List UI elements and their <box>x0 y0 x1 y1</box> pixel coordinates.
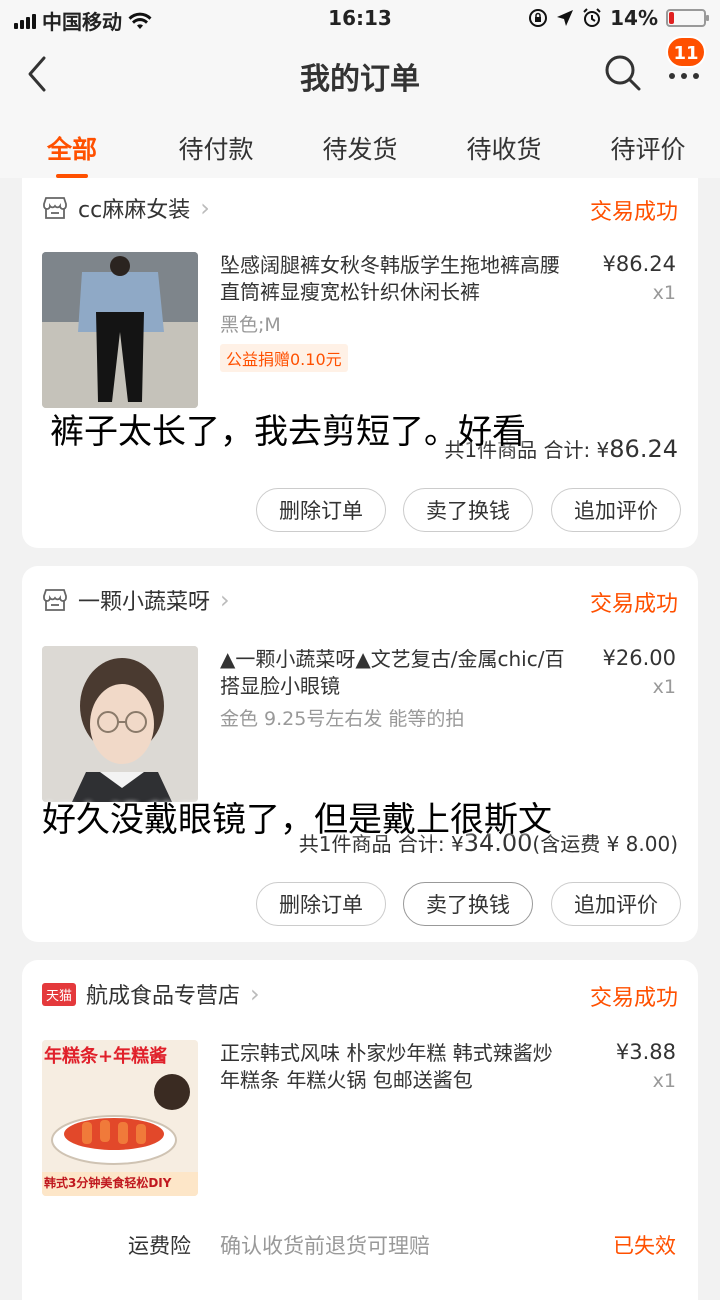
search-icon[interactable] <box>604 54 642 92</box>
product-title[interactable]: 正宗韩式风味 朴家炒年糕 韩式辣酱炒年糕条 年糕火锅 包邮送酱包 <box>220 1040 570 1094</box>
shop-link[interactable]: 一颗小蔬菜呀 › <box>42 582 230 618</box>
alarm-icon <box>583 8 601 27</box>
notification-badge: 11 <box>666 36 706 68</box>
chevron-right-icon: › <box>250 980 260 1008</box>
product-title[interactable]: ▲一颗小蔬菜呀▲文艺复古/金属chic/百搭显脸小眼镜 <box>220 646 570 700</box>
total-suffix: (含运费 ¥ 8.00) <box>532 832 678 856</box>
thumb-subtitle: 韩式3分钟美食轻松DIY <box>44 1176 172 1190</box>
battery-icon <box>666 9 709 27</box>
order-status: 交易成功 <box>589 592 678 617</box>
delete-order-button[interactable]: 删除订单 <box>256 882 386 926</box>
order-status: 交易成功 <box>589 200 678 225</box>
order-card[interactable]: 一颗小蔬菜呀 › 交易成功 ▲一颗小蔬菜呀▲文艺复古/金属chic/百搭显脸小眼… <box>22 566 698 942</box>
location-icon <box>557 10 574 26</box>
tmall-badge: 天猫 <box>42 982 77 1006</box>
product-attributes: 金色 9.25号左右发 能等的拍 <box>220 708 465 730</box>
product-image[interactable] <box>42 252 198 408</box>
store-icon <box>43 589 67 611</box>
product-title[interactable]: 坠感阔腿裤女秋冬韩版学生拖地裤高腰直筒裤显瘦宽松针织休闲长裤 <box>220 252 570 306</box>
status-bar: 中国移动 16:13 14% <box>0 0 720 36</box>
chevron-right-icon: › <box>200 194 210 222</box>
product-attributes: 黑色;M <box>220 314 281 336</box>
add-review-button[interactable]: 追加评价 <box>551 488 681 532</box>
product-price: ¥3.88 <box>615 1040 676 1064</box>
order-tabs: 全部 待付款 待发货 待收货 待评价 <box>0 112 720 178</box>
tab-pending-receipt[interactable]: 待收货 <box>444 130 564 166</box>
product-price: ¥26.00 <box>602 646 676 670</box>
tab-pending-payment[interactable]: 待付款 <box>156 130 276 166</box>
product-image[interactable] <box>42 646 198 802</box>
thumb-title: 年糕条+年糕酱 <box>44 1046 168 1067</box>
shop-link[interactable]: 天猫 航成食品专营店 › <box>42 976 260 1012</box>
nav-bar: 我的订单 11 <box>0 36 720 112</box>
shipping-insurance-desc: 确认收货前退货可理赔 <box>220 1234 430 1258</box>
tab-pending-review[interactable]: 待评价 <box>588 130 708 166</box>
product-quantity: x1 <box>652 676 676 698</box>
shipping-insurance-row[interactable]: 运费险 确认收货前退货可理赔 已失效 <box>22 1224 698 1264</box>
shop-name: 一颗小蔬菜呀 <box>78 590 211 615</box>
product-quantity: x1 <box>652 282 676 304</box>
chevron-right-icon: › <box>220 586 230 614</box>
charity-tag: 公益捐赠0.10元 <box>220 344 348 372</box>
order-card[interactable]: cc麻麻女装 › 交易成功 坠感阔腿裤女秋冬韩版学生拖地裤高腰直筒裤显瘦宽松针织… <box>22 178 698 548</box>
resell-button[interactable]: 卖了换钱 <box>403 488 533 532</box>
delete-order-button[interactable]: 删除订单 <box>256 488 386 532</box>
product-image[interactable]: 年糕条+年糕酱 韩式3分钟美食轻松DIY <box>42 1040 198 1196</box>
store-icon <box>43 197 67 219</box>
total-amount: 86.24 <box>609 435 678 463</box>
order-status: 交易成功 <box>589 986 678 1011</box>
tab-pending-shipment[interactable]: 待发货 <box>300 130 420 166</box>
battery-percent: 14% <box>610 6 658 30</box>
overlay-caption: 裤子太长了，我去剪短了。好看 <box>50 412 526 452</box>
tab-all[interactable]: 全部 <box>12 130 132 166</box>
order-card[interactable]: 天猫 航成食品专营店 › 交易成功 年糕条+年糕酱 韩式3分钟美食轻松DIY 正… <box>22 960 698 1300</box>
resell-button[interactable]: 卖了换钱 <box>403 882 533 926</box>
product-price: ¥86.24 <box>602 252 676 276</box>
product-quantity: x1 <box>652 1070 676 1092</box>
shop-name: cc麻麻女装 <box>78 198 191 223</box>
lock-rotation-icon <box>529 9 548 27</box>
shipping-insurance-label: 运费险 <box>128 1234 191 1258</box>
shop-name: 航成食品专营店 <box>86 984 241 1009</box>
shop-link[interactable]: cc麻麻女装 › <box>42 190 210 226</box>
overlay-caption: 好久没戴眼镜了，但是戴上很斯文 <box>42 800 552 840</box>
add-review-button[interactable]: 追加评价 <box>551 882 681 926</box>
shipping-insurance-status: 已失效 <box>613 1234 676 1258</box>
